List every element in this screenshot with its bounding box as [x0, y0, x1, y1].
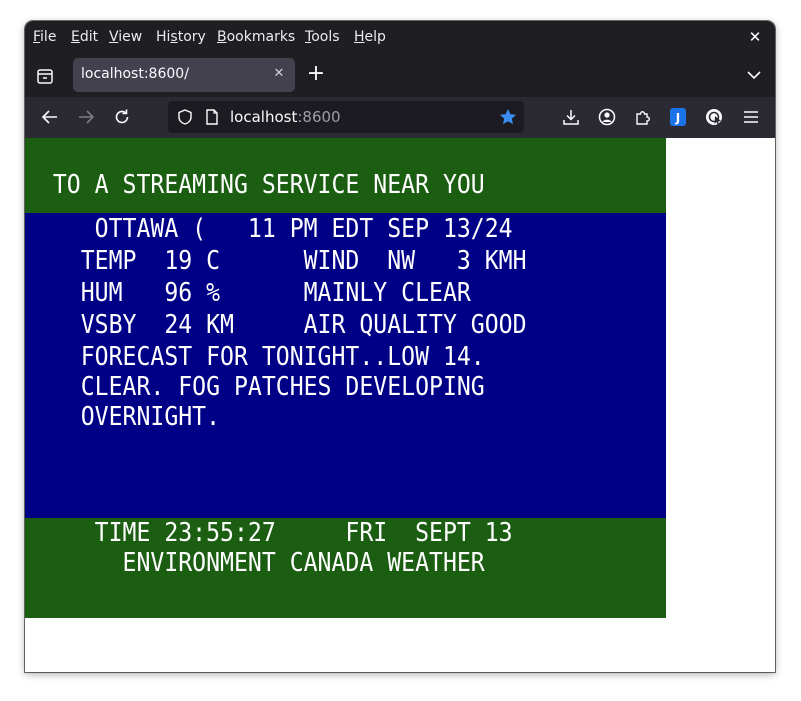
menu-bookmarks[interactable]: Bookmarks [217, 29, 295, 45]
chevron-down-icon[interactable] [745, 66, 763, 84]
source-line: ENVIRONMENT CANADA WEATHER [25, 548, 485, 578]
menu-file[interactable]: File [33, 29, 56, 45]
shield-icon[interactable] [176, 108, 194, 126]
forecast-line-3: OVERNIGHT. [25, 402, 221, 432]
extension-cursor-icon[interactable] [704, 107, 724, 127]
downloads-icon[interactable] [561, 107, 581, 127]
menu-history[interactable]: History [156, 29, 206, 45]
window-close-icon[interactable]: ✕ [745, 27, 765, 47]
url-bar[interactable]: localhost:8600 [168, 101, 524, 133]
reload-icon[interactable] [112, 107, 132, 127]
extensions-puzzle-icon[interactable] [633, 107, 653, 127]
svg-text:J: J [675, 111, 680, 125]
clock-line: TIME 23:55:27 FRI SEPT 13 [25, 518, 513, 548]
page-info-icon[interactable] [203, 108, 221, 126]
forecast-line-2: CLEAR. FOG PATCHES DEVELOPING [25, 372, 485, 402]
headline-text: TO A STREAMING SERVICE NEAR YOU [25, 170, 485, 200]
menu-edit[interactable]: Edit [71, 29, 98, 45]
menu-view[interactable]: View [109, 29, 142, 45]
tab-strip: localhost:8600/ ✕ + [25, 54, 775, 97]
humidity-sky-line: HUM 96 % MAINLY CLEAR [25, 278, 471, 308]
browser-window: File Edit View History Bookmarks Tools H… [25, 21, 775, 672]
tab-localhost[interactable]: localhost:8600/ ✕ [73, 58, 295, 92]
conditions-panel: OTTAWA ( 11 PM EDT SEP 13/24 TEMP 19 C W… [25, 213, 666, 518]
forecast-line-1: FORECAST FOR TONIGHT..LOW 14. [25, 342, 485, 372]
footer-band: TIME 23:55:27 FRI SEPT 13 ENVIRONMENT CA… [25, 518, 666, 618]
forward-arrow-icon[interactable] [76, 107, 96, 127]
temp-wind-line: TEMP 19 C WIND NW 3 KMH [25, 246, 527, 276]
tab-manager-icon[interactable] [33, 64, 57, 88]
bookmark-star-icon[interactable] [498, 107, 518, 127]
weather-channel-display: TO A STREAMING SERVICE NEAR YOU OTTAWA (… [25, 138, 666, 618]
new-tab-plus-icon[interactable]: + [305, 63, 327, 86]
page-content: TO A STREAMING SERVICE NEAR YOU OTTAWA (… [25, 138, 775, 672]
back-arrow-icon[interactable] [40, 107, 60, 127]
tab-title: localhost:8600/ [81, 66, 189, 82]
station-line: OTTAWA ( 11 PM EDT SEP 13/24 [25, 214, 513, 244]
menu-bar: File Edit View History Bookmarks Tools H… [25, 21, 775, 54]
extension-j-icon[interactable]: J [668, 107, 688, 127]
navigation-toolbar: localhost:8600 J [25, 97, 775, 138]
menu-help[interactable]: Help [354, 29, 386, 45]
url-text: localhost:8600 [230, 108, 341, 126]
tab-close-icon[interactable]: ✕ [271, 66, 287, 82]
headline-band: TO A STREAMING SERVICE NEAR YOU [25, 138, 666, 213]
hamburger-menu-icon[interactable] [741, 107, 761, 127]
visibility-air-line: VSBY 24 KM AIR QUALITY GOOD [25, 310, 527, 340]
account-icon[interactable] [597, 107, 617, 127]
menu-tools[interactable]: Tools [305, 29, 340, 45]
